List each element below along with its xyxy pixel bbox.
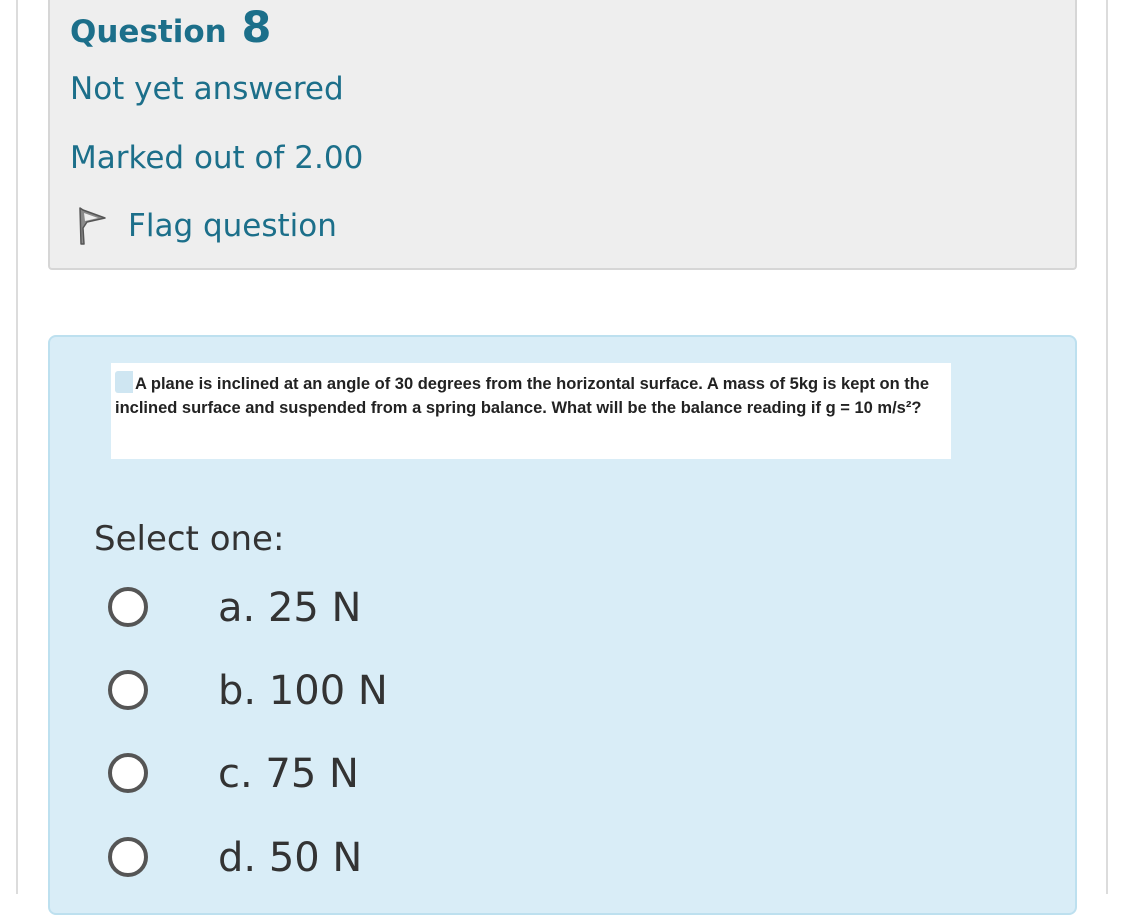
question-text: A plane is inclined at an angle of 30 de… <box>115 375 930 417</box>
question-content-panel: A plane is inclined at an angle of 30 de… <box>48 335 1077 915</box>
question-text-box: A plane is inclined at an angle of 30 de… <box>111 363 951 459</box>
answer-option-label: c. 75 N <box>218 751 359 797</box>
flag-question-label: Flag question <box>128 208 337 244</box>
answer-option-c[interactable]: c. 75 N <box>108 745 608 805</box>
question-grade: Marked out of 2.00 <box>70 140 364 176</box>
question-title-word: Question <box>70 14 227 50</box>
answer-option-label: d. 50 N <box>218 835 363 881</box>
radio-button-d[interactable] <box>108 837 148 877</box>
text-indent-marker <box>115 371 133 393</box>
question-info-panel: Question 8 Not yet answered Marked out o… <box>48 0 1077 270</box>
answer-option-b[interactable]: b. 100 N <box>108 662 608 722</box>
radio-button-b[interactable] <box>108 670 148 710</box>
answer-option-label: b. 100 N <box>218 668 388 714</box>
answer-option-d[interactable]: d. 50 N <box>108 829 608 889</box>
answer-option-label: a. 25 N <box>218 585 362 631</box>
question-title: Question 8 <box>70 4 271 56</box>
answer-option-a[interactable]: a. 25 N <box>108 579 608 639</box>
flag-icon <box>79 207 106 245</box>
flag-question-button[interactable]: Flag question <box>74 203 337 249</box>
radio-button-c[interactable] <box>108 753 148 793</box>
question-number: 8 <box>241 3 272 53</box>
question-state: Not yet answered <box>70 71 344 107</box>
radio-button-a[interactable] <box>108 587 148 627</box>
select-one-prompt: Select one: <box>94 519 285 559</box>
